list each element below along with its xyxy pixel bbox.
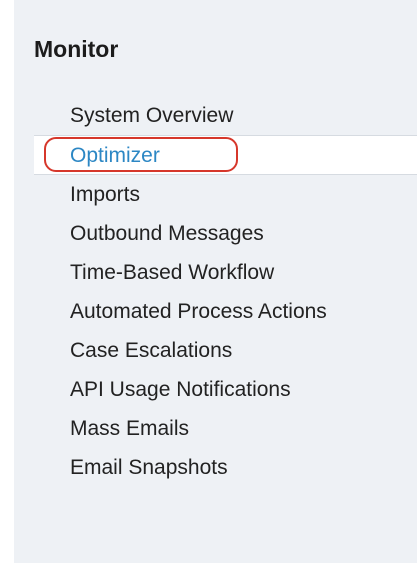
nav-item-api-usage-notifications[interactable]: API Usage Notifications (0, 370, 417, 409)
nav-item-optimizer-label: Optimizer (70, 144, 160, 167)
nav-item-system-overview[interactable]: System Overview (0, 96, 417, 135)
section-title: Monitor (34, 36, 119, 62)
nav-item-case-escalations[interactable]: Case Escalations (0, 331, 417, 370)
nav-item-email-snapshots[interactable]: Email Snapshots (0, 448, 417, 487)
nav-item-mass-emails[interactable]: Mass Emails (0, 409, 417, 448)
nav-item-optimizer[interactable]: Optimizer (34, 135, 417, 175)
nav-item-automated-process-actions[interactable]: Automated Process Actions (0, 292, 417, 331)
monitor-nav-list: System Overview Optimizer Imports Outbou… (0, 96, 417, 487)
nav-item-time-based-workflow[interactable]: Time-Based Workflow (0, 253, 417, 292)
nav-item-outbound-messages[interactable]: Outbound Messages (0, 214, 417, 253)
nav-item-imports[interactable]: Imports (0, 175, 417, 214)
